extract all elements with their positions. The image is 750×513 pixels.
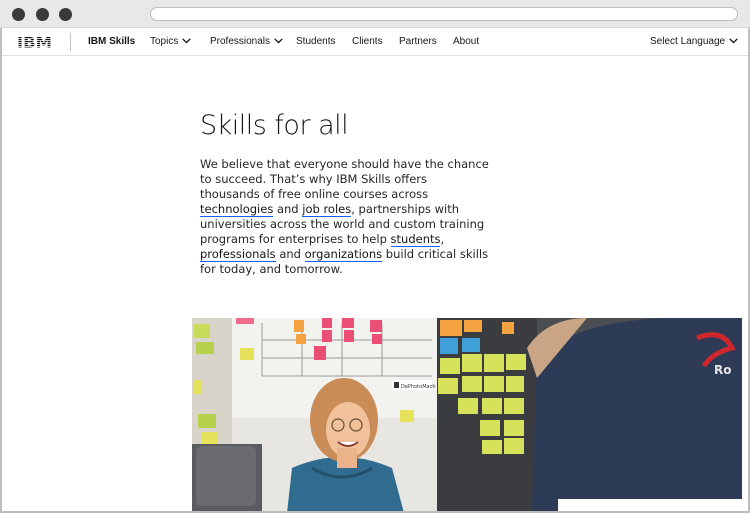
board-label: DePhotoMach <box>401 384 436 390</box>
nav-item-professionals[interactable]: Professionals <box>210 28 283 56</box>
nav-brand-ibm-skills[interactable]: IBM Skills <box>88 28 135 56</box>
address-bar[interactable] <box>150 7 738 21</box>
nav-item-label: Topics <box>150 36 179 47</box>
chevron-down-icon <box>274 38 283 44</box>
chevron-down-icon <box>182 38 192 44</box>
ibm-logo[interactable]: IBM <box>17 35 52 50</box>
nav-item-topics[interactable]: Topics <box>150 28 192 56</box>
window-maximize-dot[interactable] <box>59 8 72 21</box>
shirt-text: Ro <box>714 363 731 377</box>
link-students[interactable]: students <box>390 232 441 247</box>
language-label: Select Language <box>650 36 726 47</box>
link-job-roles[interactable]: job roles <box>302 202 352 217</box>
hero-photo-illustration: DePhotoMach Ro <box>192 318 742 513</box>
link-technologies[interactable]: technologies <box>200 202 274 217</box>
nav-divider <box>70 33 71 51</box>
link-organizations[interactable]: organizations <box>304 247 383 262</box>
svg-text:IBM: IBM <box>17 36 52 50</box>
nav-item-partners[interactable]: Partners <box>399 28 437 56</box>
link-professionals[interactable]: professionals <box>200 247 276 262</box>
intro-text: , <box>440 232 445 246</box>
intro-paragraph: We believe that everyone should have the… <box>200 157 490 277</box>
window-minimize-dot[interactable] <box>36 8 49 21</box>
chevron-down-icon <box>729 38 738 44</box>
intro-text: We believe that everyone should have the… <box>200 157 489 201</box>
top-navigation: IBM IBM Skills Topics Professionals Stud… <box>2 28 748 56</box>
page-title: Skills for all <box>200 110 349 141</box>
language-selector[interactable]: Select Language <box>650 28 738 56</box>
intro-text: and <box>273 202 303 216</box>
window-border-left <box>0 28 2 513</box>
window-close-dot[interactable] <box>12 8 25 21</box>
nav-item-clients[interactable]: Clients <box>352 28 383 56</box>
nav-item-about[interactable]: About <box>453 28 479 56</box>
intro-text: and <box>275 247 305 261</box>
hero-photo: DePhotoMach Ro <box>192 318 742 513</box>
nav-item-label: Professionals <box>210 36 271 47</box>
nav-item-students[interactable]: Students <box>296 28 335 56</box>
browser-toolbar <box>0 0 750 28</box>
